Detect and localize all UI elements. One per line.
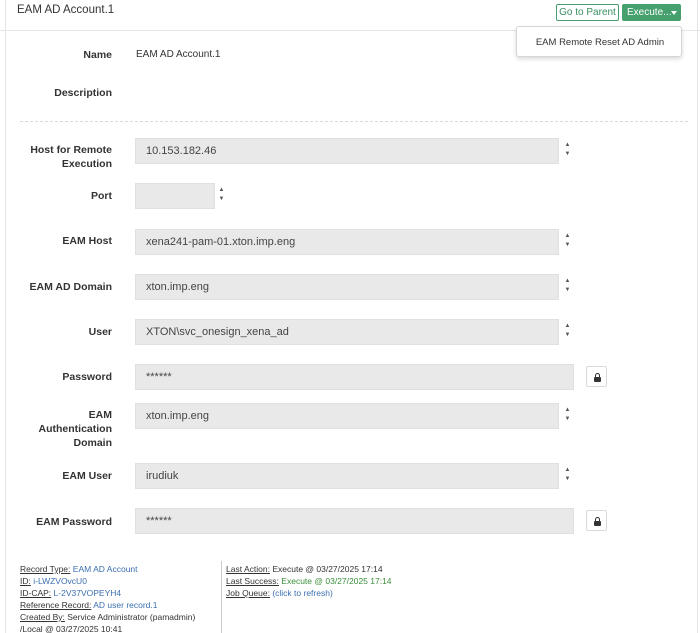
user-spinner[interactable]: ▲ ▼ xyxy=(562,322,573,342)
eam-host-label: EAM Host xyxy=(62,235,112,247)
password-field[interactable]: ****** xyxy=(135,364,574,390)
idcap-link[interactable]: L-2V37VOPEYH4 xyxy=(54,588,122,598)
eam-ad-domain-label: EAM AD Domain xyxy=(29,281,112,293)
eam-ad-domain-spinner[interactable]: ▲ ▼ xyxy=(562,277,573,297)
last-action-row: Last Action: Execute @ 03/27/2025 17:14 xyxy=(226,564,383,574)
spinner-arrows-icon: ▲ ▼ xyxy=(564,467,571,482)
eam-auth-domain-label-line3: Domain xyxy=(73,437,112,449)
footer-divider xyxy=(221,561,222,633)
name-label: Name xyxy=(83,49,112,61)
spinner-arrows-icon: ▲ ▼ xyxy=(564,407,571,422)
eam-password-field[interactable]: ****** xyxy=(135,508,574,534)
reference-record-row: Reference Record: AD user record.1 xyxy=(20,600,158,610)
name-value: EAM AD Account.1 xyxy=(136,49,221,60)
eam-password-lock-button[interactable] xyxy=(586,510,607,531)
eam-user-field[interactable]: irudiuk xyxy=(135,463,559,489)
port-label: Port xyxy=(91,190,112,202)
host-label: Host for Remote Execution xyxy=(2,143,112,171)
description-label: Description xyxy=(54,87,112,99)
spinner-arrows-icon: ▲ ▼ xyxy=(564,278,571,293)
eam-host-field[interactable]: xena241-pam-01.xton.imp.eng xyxy=(135,229,559,255)
port-spinner[interactable]: ▲ ▼ xyxy=(216,186,227,206)
job-queue-refresh-link[interactable]: (click to refresh) xyxy=(272,588,332,598)
spinner-arrows-icon: ▲ ▼ xyxy=(218,187,225,202)
id-row: ID: i-LWZVOvcU0 xyxy=(20,576,87,586)
idcap-row: ID-CAP: L-2V37VOPEYH4 xyxy=(20,588,122,598)
eam-user-label: EAM User xyxy=(62,470,112,482)
execute-dropdown-menu: EAM Remote Reset AD Admin xyxy=(516,26,682,57)
port-field[interactable] xyxy=(135,183,215,209)
record-metadata: Record Type: EAM AD Account ID: i-LWZVOv… xyxy=(20,563,195,633)
eam-auth-domain-field[interactable]: xton.imp.eng xyxy=(135,403,559,429)
host-label-line1: Host for Remote xyxy=(30,144,112,156)
reference-record-link[interactable]: AD user record.1 xyxy=(93,600,157,610)
execute-button[interactable]: Execute... xyxy=(622,4,681,21)
last-success-row: Last Success: Execute @ 03/27/2025 17:14 xyxy=(226,576,392,586)
lock-icon xyxy=(594,373,601,382)
spinner-arrows-icon: ▲ ▼ xyxy=(564,323,571,338)
user-field[interactable]: XTON\svc_onesign_xena_ad xyxy=(135,319,559,345)
record-type-row: Record Type: EAM AD Account xyxy=(20,564,138,574)
eam-auth-domain-label: EAM Authentication Domain xyxy=(2,408,113,450)
record-type-link[interactable]: EAM AD Account xyxy=(73,564,138,574)
page-title: EAM AD Account.1 xyxy=(17,4,115,16)
host-spinner[interactable]: ▲ ▼ xyxy=(562,141,573,161)
created-by-line2: /Local @ 03/27/2025 10:41 xyxy=(20,624,123,633)
action-metadata: Last Action: Execute @ 03/27/2025 17:14 … xyxy=(226,563,392,599)
password-lock-button[interactable] xyxy=(586,366,607,387)
eam-auth-domain-label-line1: EAM xyxy=(88,409,112,421)
execute-button-label: Execute... xyxy=(627,7,672,18)
spinner-arrows-icon: ▲ ▼ xyxy=(564,233,571,248)
menu-item-eam-remote-reset[interactable]: EAM Remote Reset AD Admin xyxy=(517,37,683,48)
created-by-row: Created By: Service Administrator (pamad… xyxy=(20,612,196,622)
host-field[interactable]: 10.153.182.46 xyxy=(135,138,559,164)
lock-icon xyxy=(594,517,601,526)
eam-user-spinner[interactable]: ▲ ▼ xyxy=(562,466,573,486)
chevron-down-icon xyxy=(671,11,677,15)
eam-ad-domain-field[interactable]: xton.imp.eng xyxy=(135,274,559,300)
user-label: User xyxy=(88,326,112,338)
id-link[interactable]: i-LWZVOvcU0 xyxy=(33,576,87,586)
password-label: Password xyxy=(62,371,112,383)
eam-auth-domain-label-line2: Authentication xyxy=(38,423,113,435)
go-to-parent-button[interactable]: Go to Parent xyxy=(556,4,619,21)
job-queue-row: Job Queue: (click to refresh) xyxy=(226,588,333,598)
eam-host-spinner[interactable]: ▲ ▼ xyxy=(562,232,573,252)
eam-auth-domain-spinner[interactable]: ▲ ▼ xyxy=(562,406,573,426)
section-divider xyxy=(20,121,688,122)
host-label-line2: Execution xyxy=(61,158,112,170)
spinner-arrows-icon: ▲ ▼ xyxy=(564,142,571,157)
eam-password-label: EAM Password xyxy=(36,516,112,528)
